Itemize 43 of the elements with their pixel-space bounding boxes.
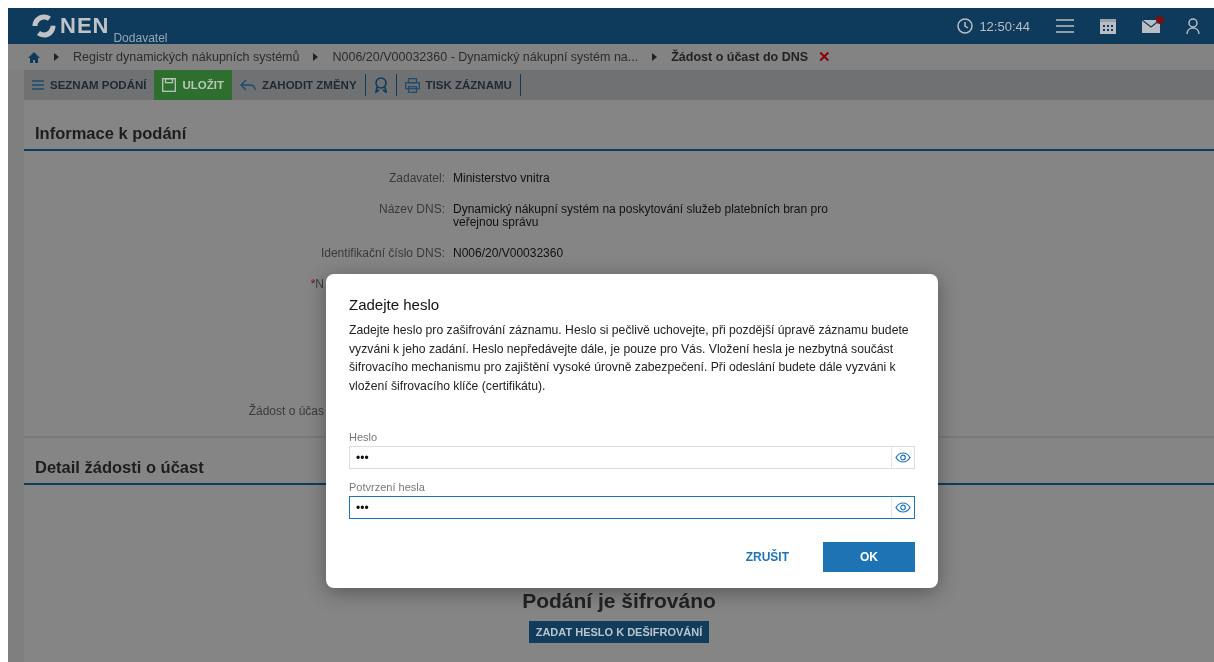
dialog-title: Zadejte heslo xyxy=(349,296,441,313)
chevron-icon xyxy=(54,53,59,61)
field-label: Identifikační číslo DNS: xyxy=(319,247,445,260)
field-value: Dynamický nákupní systém na poskytování služeb platebních bran pro veřejnou správu xyxy=(453,202,828,229)
breadcrumb-current[interactable]: Žádost o účast do DNS xyxy=(671,50,809,64)
dialog-message: Zadejte heslo pro zašifrování záznamu. Heslo si pečlivě uchovejte, při pozdější úpravě záznamu budete vyzváni k jeho zadání. Heslo nepředávejte dále, je pouze pro Vás. Vložení hesla je nezbytná součást šifrovacího mechanismu pro zajištění vysoké úrovně zabezpečení. Při odeslání budete dále vyzváni k vložení šifrovacího klíče (certifikátu). xyxy=(349,322,910,395)
encrypted-message: Podání je šifrováno xyxy=(522,589,716,613)
calendar-icon[interactable] xyxy=(1100,18,1116,34)
user-icon[interactable] xyxy=(1186,18,1200,34)
decrypt-button[interactable]: ZADAT HESLO K DEŠIFROVÁNÍ xyxy=(528,621,710,643)
section-heading: Informace k podání xyxy=(24,118,1214,151)
breadcrumb-link[interactable]: N006/20/V00032360 - Dynamický nákupní systém na... xyxy=(332,50,639,64)
menu-icon[interactable] xyxy=(1056,19,1074,33)
chevron-icon xyxy=(652,53,658,61)
eye-icon[interactable] xyxy=(895,452,911,463)
field-value: Ministerstvo vnitra xyxy=(453,171,550,185)
field-label: Žádost o účas xyxy=(247,405,324,418)
app-logo: NEN xyxy=(60,14,110,38)
field-label: Zadavatel: xyxy=(387,172,445,185)
printer-icon xyxy=(404,77,420,93)
discard-button[interactable]: ZAHODIT ZMĚNY xyxy=(232,70,365,100)
clock-time: 12:50:44 xyxy=(979,18,1030,34)
print-button[interactable]: TISK ZÁZNAMU xyxy=(396,70,520,100)
breadcrumb-link[interactable]: Registr dynamických nákupních systémů xyxy=(73,50,300,64)
award-icon xyxy=(373,77,388,93)
list-button[interactable]: SEZNAM PODÁNÍ xyxy=(24,70,155,100)
clock-icon xyxy=(957,18,974,34)
logo-icon xyxy=(32,14,56,38)
undo-icon xyxy=(240,79,256,91)
field-label: Heslo xyxy=(349,431,379,443)
floppy-icon xyxy=(162,78,177,92)
eye-icon[interactable] xyxy=(895,502,911,513)
app-subtitle: Dodavatel xyxy=(113,32,168,44)
cancel-button[interactable]: ZRUŠIT xyxy=(745,550,789,564)
field-label: *N xyxy=(309,278,324,291)
list-icon xyxy=(32,80,44,90)
field-label: Název DNS: xyxy=(377,203,445,218)
save-button[interactable]: ULOŽIT xyxy=(154,70,232,100)
home-icon[interactable] xyxy=(28,51,40,63)
chevron-icon xyxy=(313,53,319,61)
ok-button[interactable]: OK xyxy=(823,542,915,572)
field-value: N006/20/V00032360 xyxy=(453,246,564,260)
close-icon[interactable]: ✕ xyxy=(818,48,832,66)
